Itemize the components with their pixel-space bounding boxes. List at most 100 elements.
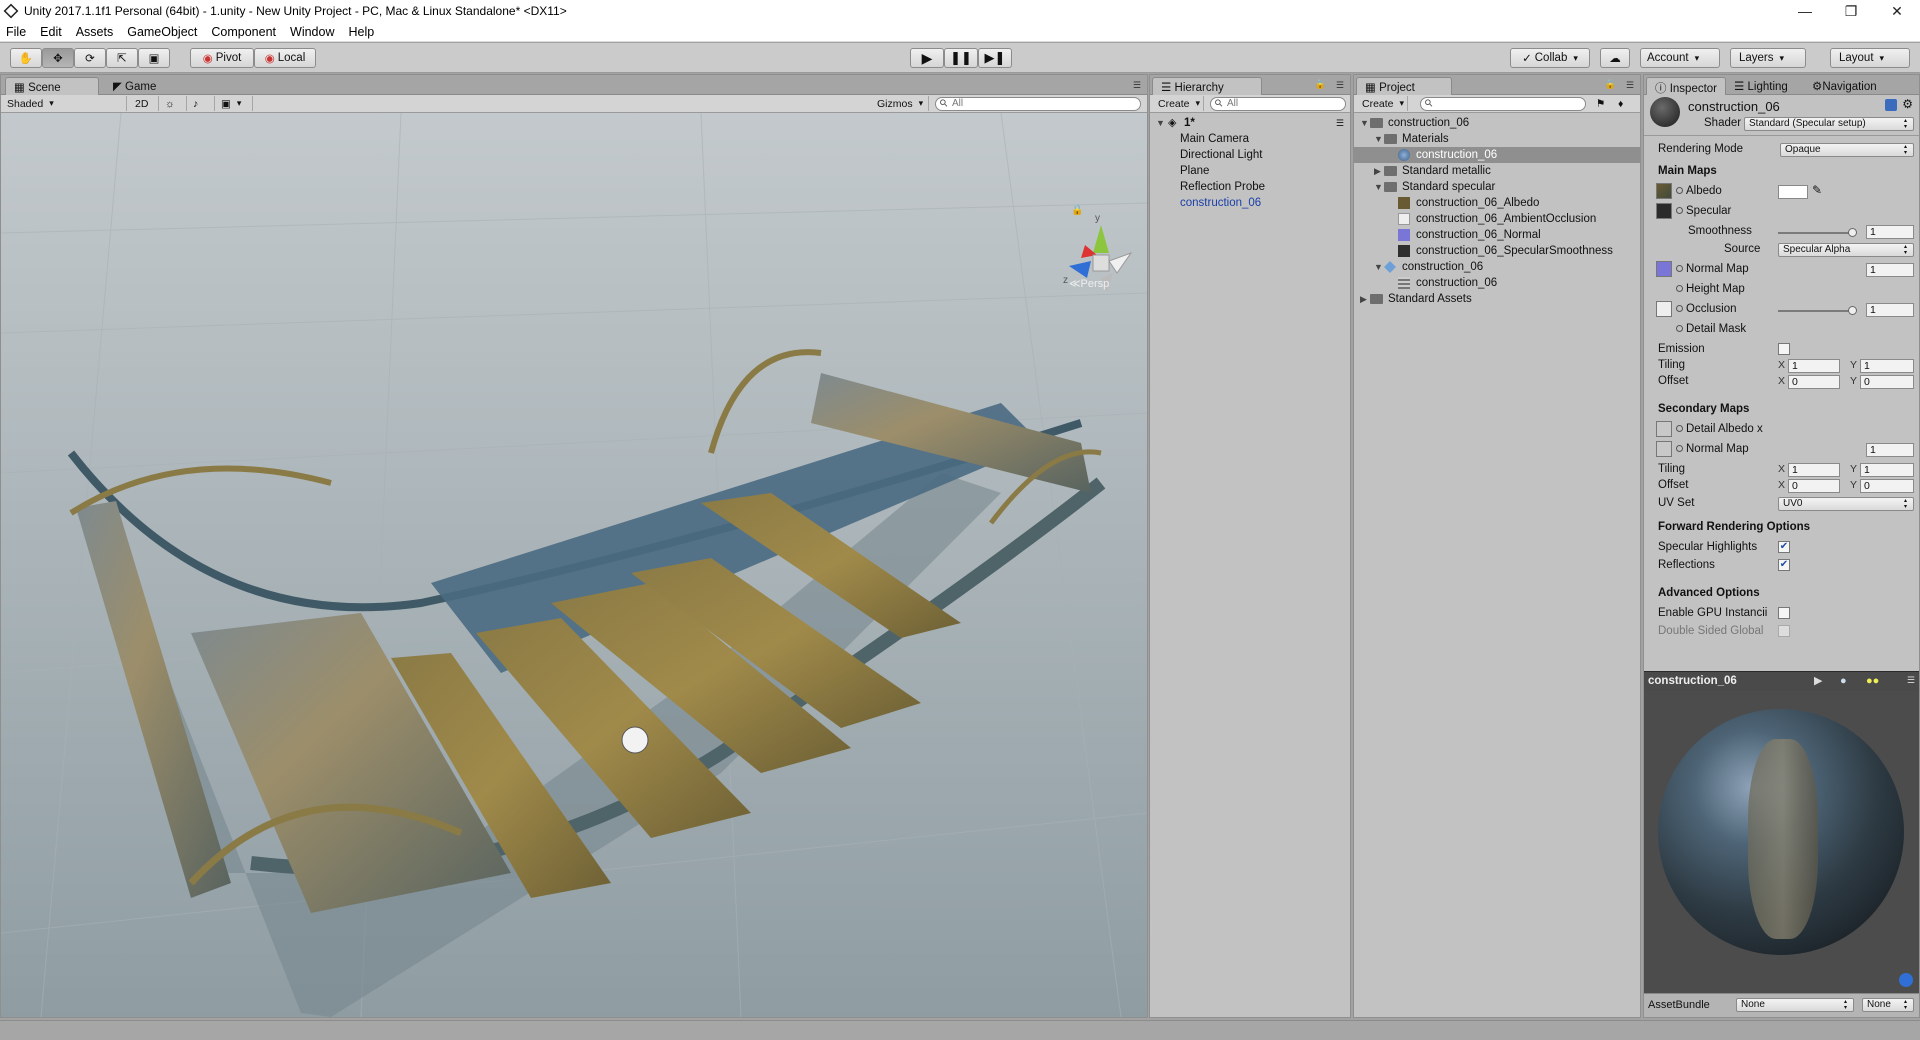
cloud-button[interactable]: ☁ [1600, 48, 1630, 68]
tab-lighting[interactable]: ☰ Lighting [1726, 77, 1804, 95]
project-item[interactable]: ▼ Standard specular [1354, 179, 1640, 195]
tiling-x-field[interactable]: 1 [1788, 359, 1840, 373]
project-item[interactable]: ▶ Standard metallic [1354, 163, 1640, 179]
occlusion-map-slot[interactable] [1656, 301, 1672, 317]
specular-label[interactable]: Specular [1676, 205, 1731, 217]
project-item[interactable]: ▶ Standard Assets [1354, 291, 1640, 307]
albedo-color-field[interactable] [1778, 185, 1808, 199]
smoothness-slider[interactable] [1778, 225, 1858, 239]
step-button[interactable]: ▶❚ [978, 48, 1012, 68]
play-button[interactable]: ▶ [910, 48, 944, 68]
menu-help[interactable]: Help [348, 25, 374, 39]
expand-arrow-icon[interactable]: ▼ [1374, 259, 1383, 275]
panel-menu-icon[interactable]: ☰ [1336, 80, 1344, 91]
layers-dropdown[interactable]: Layers [1730, 48, 1806, 68]
minimize-button[interactable]: — [1782, 0, 1828, 22]
rotate-tool-button[interactable]: ⟳ [74, 48, 106, 68]
hierarchy-item[interactable]: Main Camera [1150, 131, 1350, 147]
project-create-dropdown[interactable]: Create [1358, 96, 1408, 111]
play-preview-icon[interactable]: ▶ [1814, 674, 1822, 687]
filter-type-button[interactable]: ⚑ [1592, 96, 1612, 111]
layout-dropdown[interactable]: Layout [1830, 48, 1910, 68]
shading-mode-dropdown[interactable]: Shaded [3, 96, 127, 111]
project-item[interactable]: construction_06 [1354, 275, 1640, 291]
tab-scene[interactable]: ▦ Scene [5, 77, 99, 95]
gizmos-dropdown[interactable]: Gizmos [873, 96, 929, 111]
expand-arrow-icon[interactable]: ▼ [1374, 131, 1383, 147]
scene-menu-icon[interactable]: ☰ [1336, 115, 1344, 131]
tab-project[interactable]: ▦ Project [1356, 77, 1452, 95]
project-item[interactable]: ▼ Materials [1354, 131, 1640, 147]
project-item[interactable]: construction_06_AmbientOcclusion [1354, 211, 1640, 227]
panel-menu-icon[interactable]: ☰ [1626, 80, 1634, 91]
project-item[interactable]: construction_06_Normal [1354, 227, 1640, 243]
tab-game[interactable]: ◤ Game [105, 77, 175, 95]
occlusion-value-field[interactable]: 1 [1866, 303, 1914, 317]
shader-dropdown[interactable]: Standard (Specular setup) [1744, 117, 1914, 131]
project-item[interactable]: ▼ construction_06 [1354, 115, 1640, 131]
detail-albedo-label[interactable]: Detail Albedo x [1676, 423, 1763, 435]
tiling2-y-field[interactable]: 1 [1860, 463, 1914, 477]
scene-root-row[interactable]: ▼ ◈ 1* ☰ [1150, 115, 1350, 131]
detail-normal-slot[interactable] [1656, 441, 1672, 457]
collab-button[interactable]: ✓ Collab [1510, 48, 1590, 68]
assetbundle-variant-dropdown[interactable]: None [1862, 998, 1914, 1012]
tab-navigation[interactable]: ⚙Navigation [1804, 77, 1894, 95]
hierarchy-item[interactable]: Plane [1150, 163, 1350, 179]
2d-toggle[interactable]: 2D [131, 96, 159, 111]
pause-button[interactable]: ❚❚ [944, 48, 978, 68]
detail-albedo-slot[interactable] [1656, 421, 1672, 437]
hierarchy-search-input[interactable]: All [1210, 97, 1346, 111]
lock-icon[interactable]: 🔒 [1315, 79, 1326, 90]
gpu-instancing-checkbox[interactable] [1778, 607, 1790, 619]
material-preview[interactable] [1644, 691, 1919, 993]
scene-search-input[interactable]: All [935, 97, 1141, 111]
expand-arrow-icon[interactable]: ▼ [1360, 115, 1369, 131]
menu-edit[interactable]: Edit [40, 25, 62, 39]
preview-menu-icon[interactable]: ☰ [1907, 675, 1915, 686]
settings-gear-icon[interactable]: ⚙ [1902, 97, 1913, 111]
reflections-checkbox[interactable]: ✔ [1778, 559, 1790, 571]
emission-checkbox[interactable] [1778, 343, 1790, 355]
tiling2-x-field[interactable]: 1 [1788, 463, 1840, 477]
effects-dropdown[interactable]: ▣ [217, 96, 253, 111]
normal-scale-field[interactable]: 1 [1866, 263, 1914, 277]
hand-tool-button[interactable]: ✋ [10, 48, 42, 68]
menu-component[interactable]: Component [211, 25, 276, 39]
filter-label-button[interactable]: ♦ [1614, 96, 1634, 111]
albedo-label[interactable]: Albedo [1676, 185, 1722, 197]
specular-highlights-checkbox[interactable]: ✔ [1778, 541, 1790, 553]
hierarchy-item[interactable]: construction_06 [1150, 195, 1350, 211]
project-item[interactable]: construction_06_SpecularSmoothness [1354, 243, 1640, 259]
local-button[interactable]: ◉ Local [254, 48, 316, 68]
audio-toggle[interactable]: ♪ [189, 96, 215, 111]
project-search-input[interactable] [1420, 97, 1586, 111]
lock-icon[interactable]: 🔒 [1071, 204, 1083, 216]
rect-tool-button[interactable]: ▣ [138, 48, 170, 68]
menu-assets[interactable]: Assets [76, 25, 114, 39]
normal-map-slot[interactable] [1656, 261, 1672, 277]
project-item[interactable]: ▼ construction_06 [1354, 259, 1640, 275]
menu-window[interactable]: Window [290, 25, 334, 39]
collapse-arrow-icon[interactable]: ▶ [1374, 163, 1381, 179]
occlusion-slider[interactable] [1778, 303, 1858, 317]
hierarchy-create-dropdown[interactable]: Create [1154, 96, 1204, 111]
help-icon[interactable] [1885, 99, 1897, 111]
panel-menu-icon[interactable]: ☰ [1133, 80, 1141, 91]
assetbundle-dropdown[interactable]: None [1736, 998, 1854, 1012]
persp-label[interactable]: ≪Persp [1069, 278, 1109, 290]
lock-icon[interactable]: 🔒 [1605, 79, 1616, 90]
pivot-handle[interactable] [621, 726, 649, 754]
detail-normal-label[interactable]: Normal Map [1676, 443, 1749, 455]
slider-knob[interactable] [1848, 228, 1857, 237]
uv-set-dropdown[interactable]: UV0 [1778, 497, 1914, 511]
hierarchy-item[interactable]: Reflection Probe [1150, 179, 1350, 195]
move-tool-button[interactable]: ✥ [42, 48, 74, 68]
rendering-mode-dropdown[interactable]: Opaque [1780, 143, 1914, 157]
slider-knob[interactable] [1848, 306, 1857, 315]
tiling-y-field[interactable]: 1 [1860, 359, 1914, 373]
offset2-y-field[interactable]: 0 [1860, 479, 1914, 493]
expand-arrow-icon[interactable]: ▼ [1156, 115, 1165, 131]
pivot-button[interactable]: ◉ Pivot [190, 48, 254, 68]
detail-normal-scale-field[interactable]: 1 [1866, 443, 1914, 457]
